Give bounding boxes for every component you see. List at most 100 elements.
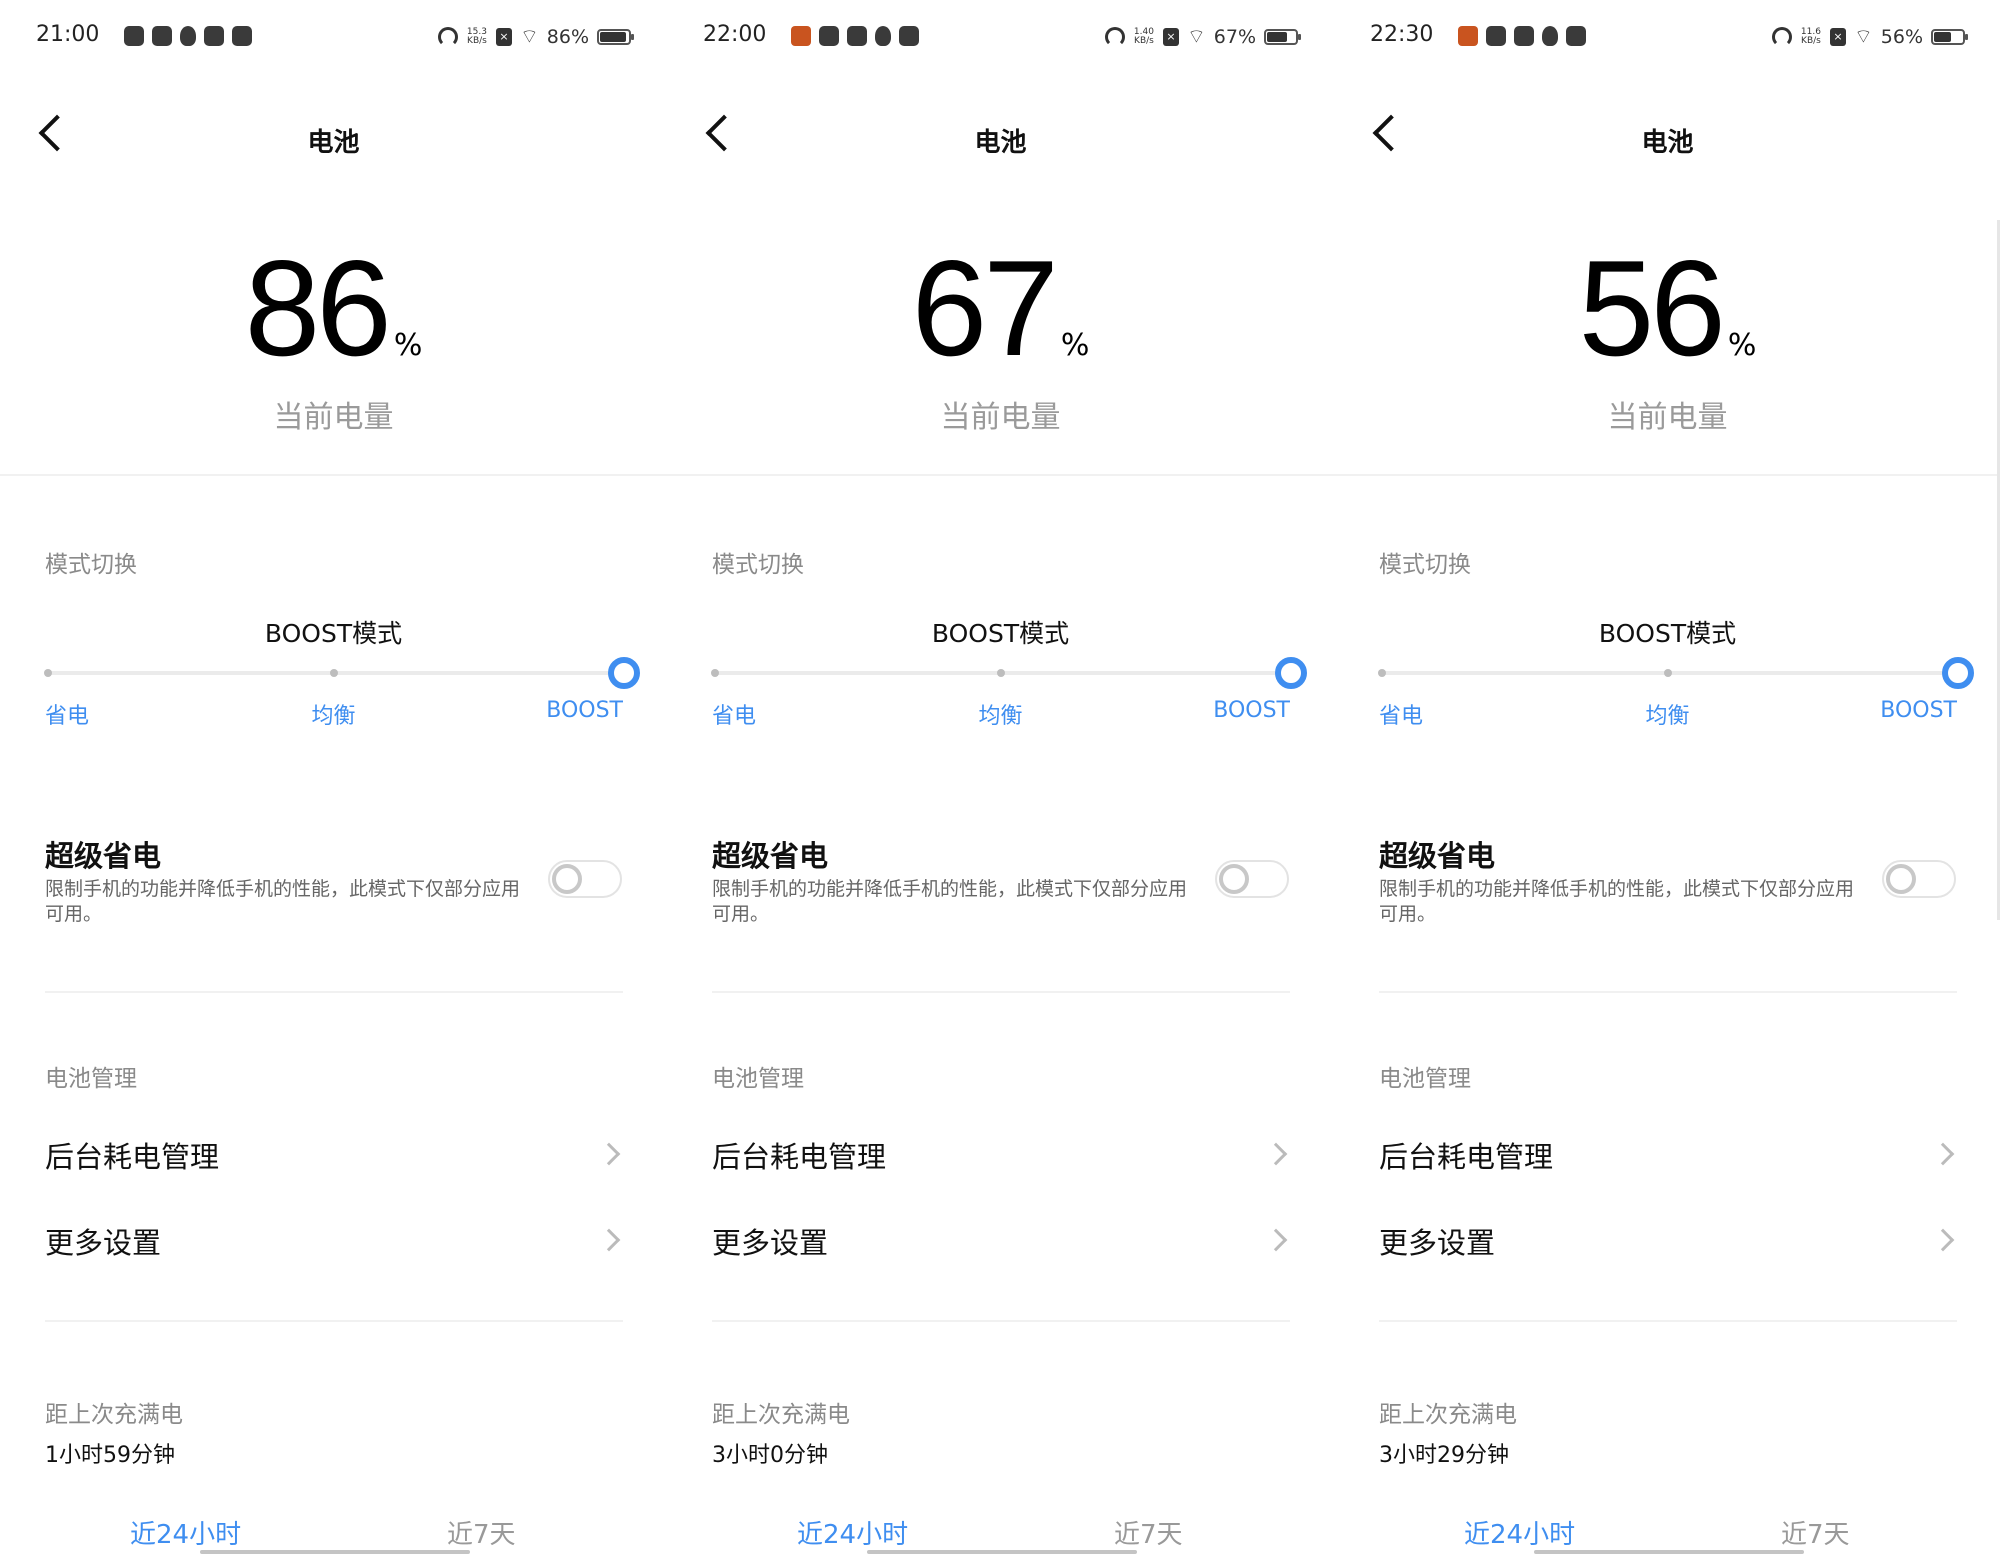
mode-slider-thumb[interactable] (1275, 657, 1307, 689)
mode-stop-saver[interactable] (1378, 669, 1386, 677)
mode-stop-balanced[interactable] (997, 669, 1005, 677)
battery-level-unit: % (393, 328, 423, 363)
status-time: 22:00 (703, 22, 767, 47)
mode-stop-balanced[interactable] (1664, 669, 1672, 677)
app-icon (847, 26, 867, 46)
game-app-icon (1458, 26, 1478, 46)
super-saver-toggle[interactable] (1882, 860, 1956, 898)
phone-screen-2: 22:00 1.40 KB/s × ︎⌔ 67% 电池 67% 当前电量 模式切… (667, 0, 1334, 1557)
shield-icon (124, 26, 144, 46)
super-saver-toggle[interactable] (1215, 860, 1289, 898)
mode-slider-thumb[interactable] (608, 657, 640, 689)
since-full-charge-value: 3小时0分钟 (712, 1443, 828, 1468)
shield-icon (1486, 26, 1506, 46)
row-label: 更多设置 (45, 1226, 162, 1260)
battery-level-label: 当前电量 (940, 400, 1061, 435)
more-settings-row[interactable]: 更多设置 (45, 1210, 623, 1266)
divider (712, 1320, 1290, 1322)
super-saver-description: 限制手机的功能并降低手机的性能，此模式下仅部分应用可用。 (1379, 878, 1855, 925)
mode-section-title: 模式切换 (712, 552, 804, 578)
toggle-knob (1219, 864, 1249, 894)
battery-level-display: 86% (0, 230, 667, 386)
speed-gauge-icon (437, 26, 458, 47)
more-settings-row[interactable]: 更多设置 (1379, 1210, 1957, 1266)
battery-fill (600, 31, 626, 42)
message-icon (899, 26, 919, 46)
speed-gauge-icon (1104, 26, 1125, 47)
home-indicator[interactable] (1534, 1550, 1804, 1554)
status-bar: 22:30 11.6 KB/s × ︎⌔ 56% (1370, 20, 1968, 52)
app-icon (1514, 26, 1534, 46)
wifi-icon: ︎⌔ (1186, 24, 1206, 48)
battery-level-label: 当前电量 (1607, 400, 1728, 435)
no-sim-icon: × (495, 27, 512, 46)
battery-percent: 86% (546, 25, 589, 48)
mode-slider-thumb[interactable] (1942, 657, 1974, 689)
shield-icon (819, 26, 839, 46)
divider (712, 991, 1290, 993)
chevron-right-icon (597, 1142, 621, 1166)
phone-screen-1: 21:00 15.3 KB/s × ︎⌔ 86% 电池 86% 当前电量 模式切… (0, 0, 667, 1557)
current-mode-label: BOOST模式 (1598, 619, 1737, 648)
game-app-icon (791, 26, 811, 46)
mode-option-boost[interactable]: BOOST (1213, 698, 1290, 723)
background-power-row[interactable]: 后台耗电管理 (45, 1124, 623, 1180)
home-indicator[interactable] (867, 1550, 1137, 1554)
mode-stop-saver[interactable] (711, 669, 719, 677)
network-speed-unit: KB/s (1134, 35, 1154, 46)
bulb-icon (875, 26, 891, 46)
mode-section-title: 模式切换 (1379, 552, 1471, 578)
battery-icon (597, 28, 634, 45)
row-label: 后台耗电管理 (1379, 1140, 1554, 1174)
tab-7d[interactable]: 近7天 (1114, 1514, 1183, 1551)
mode-option-boost[interactable]: BOOST (1880, 698, 1957, 723)
page-title: 电池 (974, 128, 1027, 158)
row-label: 更多设置 (1379, 1226, 1496, 1260)
tab-24h[interactable]: 近24小时 (130, 1514, 241, 1551)
super-saver-title: 超级省电 (45, 839, 162, 873)
battery-icon (1931, 28, 1968, 45)
battery-percent: 56% (1880, 25, 1923, 48)
row-label: 后台耗电管理 (45, 1140, 220, 1174)
tab-24h[interactable]: 近24小时 (797, 1514, 908, 1551)
chevron-right-icon (1931, 1142, 1955, 1166)
battery-icon (1264, 28, 1301, 45)
home-indicator[interactable] (200, 1550, 470, 1554)
divider (0, 474, 667, 476)
mode-stop-saver[interactable] (44, 669, 52, 677)
tab-24h[interactable]: 近24小时 (1464, 1514, 1575, 1551)
mode-stop-balanced[interactable] (330, 669, 338, 677)
super-saver-toggle[interactable] (548, 860, 622, 898)
super-saver-title: 超级省电 (712, 839, 829, 873)
super-saver-description: 限制手机的功能并降低手机的性能，此模式下仅部分应用可用。 (712, 878, 1188, 925)
message-icon (1566, 26, 1586, 46)
bulb-icon (1542, 26, 1558, 46)
toggle-knob (1886, 864, 1916, 894)
tab-7d[interactable]: 近7天 (1781, 1514, 1850, 1551)
background-power-row[interactable]: 后台耗电管理 (1379, 1124, 1957, 1180)
system-icons: 1.40 KB/s × ︎⌔ 67% (1104, 24, 1301, 49)
system-icons: 15.3 KB/s × ︎⌔ 86% (437, 24, 634, 49)
more-settings-row[interactable]: 更多设置 (712, 1210, 1290, 1266)
battery-level-value: 56 (1578, 232, 1726, 384)
wifi-icon: ︎⌔ (1853, 24, 1873, 48)
battery-level-display: 56% (1334, 230, 2000, 386)
bulb-icon (180, 26, 196, 46)
since-full-charge-label: 距上次充满电 (45, 1402, 183, 1428)
network-speed: 1.40 KB/s (1133, 27, 1155, 46)
divider (667, 474, 1334, 476)
battery-level-unit: % (1060, 328, 1090, 363)
no-sim-icon: × (1829, 27, 1846, 46)
mode-option-boost[interactable]: BOOST (546, 698, 623, 723)
row-label: 后台耗电管理 (712, 1140, 887, 1174)
background-power-row[interactable]: 后台耗电管理 (712, 1124, 1290, 1180)
divider (45, 1320, 623, 1322)
battery-level-label: 当前电量 (273, 400, 394, 435)
since-full-charge-label: 距上次充满电 (1379, 1402, 1517, 1428)
page-title: 电池 (1641, 128, 1694, 158)
divider (1379, 1320, 1957, 1322)
status-bar: 22:00 1.40 KB/s × ︎⌔ 67% (703, 20, 1301, 52)
battery-level-unit: % (1727, 328, 1757, 363)
tab-7d[interactable]: 近7天 (447, 1514, 516, 1551)
divider (1379, 991, 1957, 993)
